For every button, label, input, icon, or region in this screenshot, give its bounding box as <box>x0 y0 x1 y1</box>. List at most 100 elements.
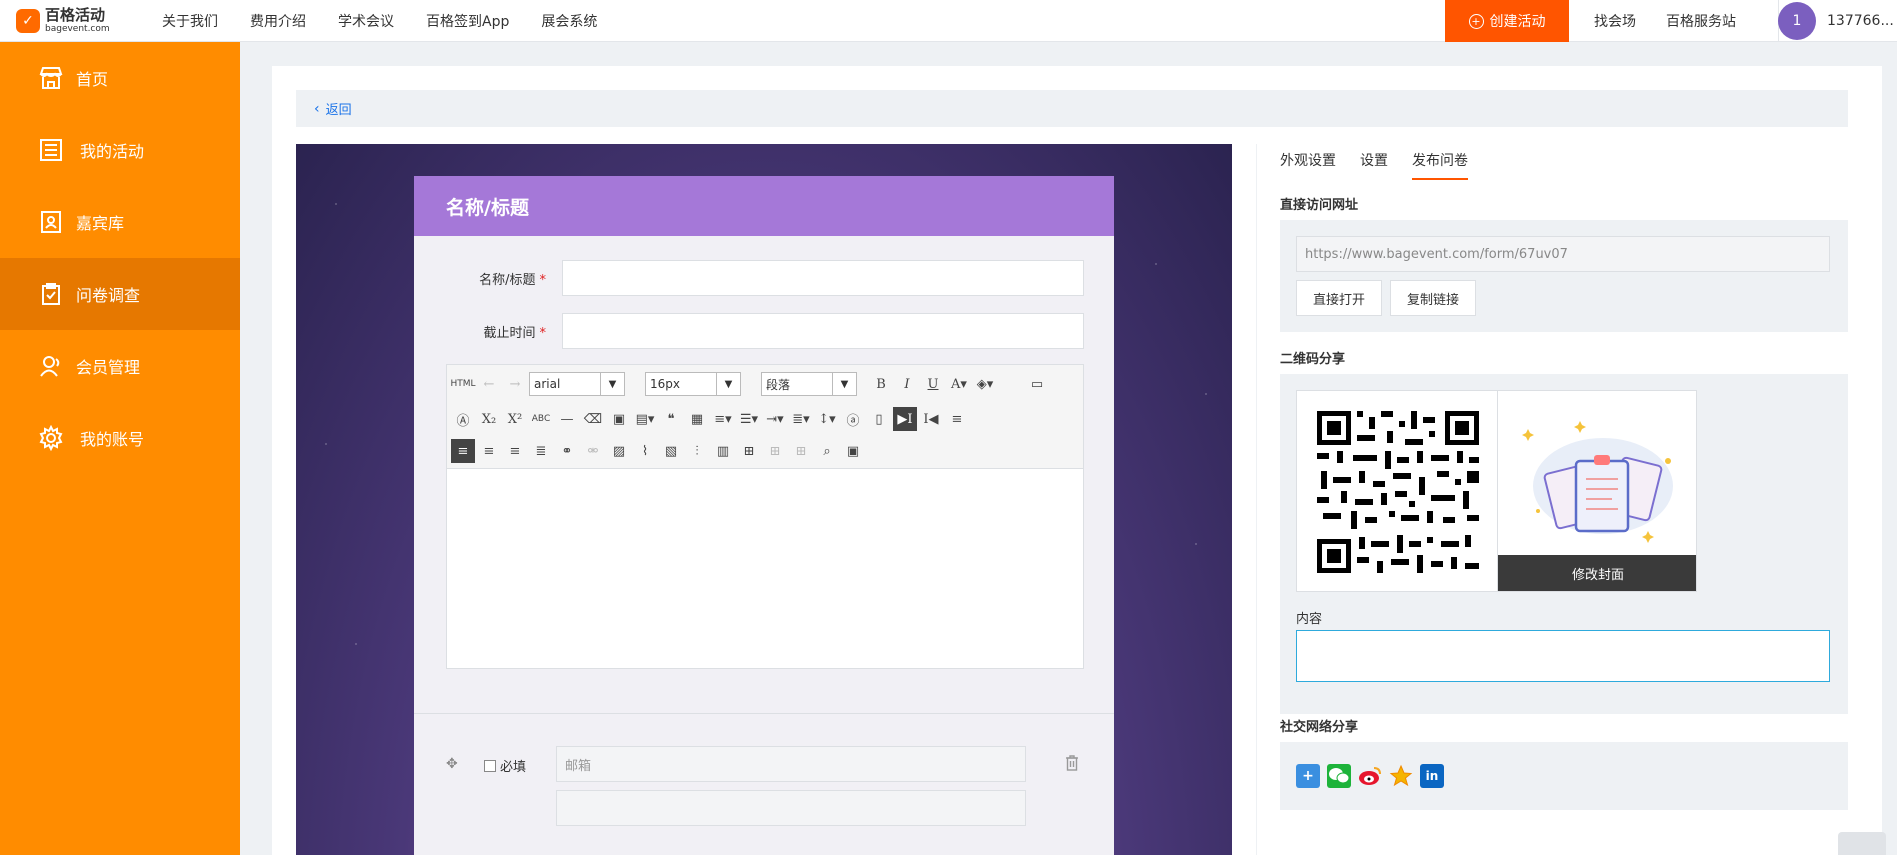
tab-appearance[interactable]: 外观设置 <box>1280 150 1336 180</box>
superscript-icon[interactable]: X² <box>503 407 527 431</box>
align-right-icon[interactable]: ≡ <box>503 439 527 463</box>
clipboard-illustration-icon <box>1522 421 1673 543</box>
image-icon[interactable]: ▨ <box>607 439 631 463</box>
checkbox-box[interactable] <box>484 759 496 772</box>
align-center-icon[interactable]: ≡ <box>477 439 501 463</box>
copy-link-button[interactable]: 复制链接 <box>1390 280 1476 316</box>
weibo-icon[interactable] <box>1358 764 1382 788</box>
blockquote-icon[interactable]: ❝ <box>659 407 683 431</box>
form-header-title[interactable]: 名称/标题 <box>414 176 1114 236</box>
strikethrough-icon[interactable]: ABC <box>529 407 553 431</box>
sidebar-item-guest-library[interactable]: 嘉宾库 <box>0 186 240 258</box>
direct-url-title: 直接访问网址 <box>1280 198 1359 213</box>
user-menu[interactable]: 1 137766... <box>1778 0 1897 42</box>
subscript-icon[interactable]: X₂ <box>477 407 501 431</box>
nav-about[interactable]: 关于我们 <box>162 11 218 31</box>
sidebar-item-my-events[interactable]: 我的活动 <box>0 114 240 186</box>
wechat-icon[interactable] <box>1327 764 1351 788</box>
background-color-icon[interactable]: ◈▾ <box>973 372 997 396</box>
html-source-button[interactable]: HTML <box>450 372 475 396</box>
char-icon[interactable]: ⓐ <box>841 407 865 431</box>
social-share-title: 社交网络分享 <box>1280 720 1359 735</box>
avatar[interactable]: 1 <box>1778 2 1816 40</box>
share-more-icon[interactable]: + <box>1296 764 1320 788</box>
plus-circle-icon: + <box>1468 13 1484 29</box>
content-input[interactable] <box>1296 630 1830 682</box>
paste-icon[interactable]: ▦ <box>685 407 709 431</box>
align-left-icon[interactable]: ≡ <box>451 439 475 463</box>
indent-icon[interactable]: ⇥▾ <box>763 407 787 431</box>
insert-frame-icon[interactable]: ▥ <box>711 439 735 463</box>
save-icon[interactable]: ▣ <box>841 439 865 463</box>
eraser-icon[interactable]: ⌫ <box>581 407 605 431</box>
brand-name: 百格活动 <box>45 5 106 24</box>
open-directly-button[interactable]: 直接打开 <box>1296 280 1382 316</box>
link-icon[interactable]: ⚭ <box>555 439 579 463</box>
required-checkbox[interactable]: 必填 <box>484 756 526 775</box>
tab-publish[interactable]: 发布问卷 <box>1412 150 1468 180</box>
drag-move-icon[interactable]: ✥ <box>446 756 458 772</box>
unordered-list-icon[interactable]: ☰▾ <box>737 407 761 431</box>
cursor-text-icon[interactable]: ▶I <box>893 407 917 431</box>
font-size-select[interactable]: 16px ▼ <box>645 372 741 396</box>
service-station-link[interactable]: 百格服务站 <box>1666 11 1736 31</box>
nav-exhibition[interactable]: 展会系统 <box>541 11 597 31</box>
nav-academic[interactable]: 学术会议 <box>338 11 394 31</box>
format-brush-icon[interactable]: ▣ <box>607 407 631 431</box>
settings-tabs: 外观设置 设置 发布问卷 <box>1280 150 1492 180</box>
search-replace-icon[interactable]: ⌕ <box>815 439 839 463</box>
unlink-icon[interactable]: ⚮ <box>581 439 605 463</box>
table-icon[interactable]: ⊞ <box>737 439 761 463</box>
chevron-down-icon: ▼ <box>600 373 624 395</box>
nav-checkin-app[interactable]: 百格签到App <box>426 11 509 31</box>
tab-settings[interactable]: 设置 <box>1360 150 1388 180</box>
url-field[interactable]: https://www.bagevent.com/form/67uv07 <box>1296 236 1830 272</box>
page-break-icon[interactable]: ⫶ <box>685 439 709 463</box>
align-justify-icon[interactable]: ≡ <box>945 407 969 431</box>
back-link[interactable]: ‹ 返回 <box>314 99 352 119</box>
question-title-input[interactable]: 邮箱 <box>556 746 1026 782</box>
underline-icon[interactable]: U <box>921 372 945 396</box>
line-height-icon[interactable]: ↕▾ <box>815 407 839 431</box>
trash-icon[interactable] <box>1064 754 1080 772</box>
table-row-icon[interactable]: ⊞ <box>763 439 787 463</box>
user-name[interactable]: 137766... <box>1827 13 1894 29</box>
align-menu-icon[interactable]: ≣▾ <box>789 407 813 431</box>
brand-logo[interactable]: ✓ 百格活动 bagevent.com <box>16 5 126 34</box>
editor-content-area[interactable] <box>447 469 1083 668</box>
font-family-select[interactable]: arial ▼ <box>529 372 625 396</box>
sidebar-item-members[interactable]: 会员管理 <box>0 330 240 402</box>
text-frame-icon[interactable]: Ⓐ <box>451 407 475 431</box>
table-col-icon[interactable]: ⊞ <box>789 439 813 463</box>
deadline-input[interactable] <box>562 313 1084 349</box>
bold-icon[interactable]: B <box>869 372 893 396</box>
question-answer-input[interactable] <box>556 790 1026 826</box>
ordered-list-icon[interactable]: ≡▾ <box>711 407 735 431</box>
scroll-to-top-button[interactable] <box>1838 832 1886 855</box>
sidebar-item-survey[interactable]: 问卷调查 <box>0 258 240 330</box>
find-venue-link[interactable]: 找会场 <box>1594 11 1636 31</box>
edit-cover-button[interactable]: 修改封面 <box>1498 555 1696 591</box>
horizontal-rule-icon[interactable]: — <box>555 407 579 431</box>
template-icon[interactable]: ▧ <box>659 439 683 463</box>
page-icon[interactable]: ▯ <box>867 407 891 431</box>
sidebar-item-home[interactable]: 首页 <box>0 42 240 114</box>
title-input[interactable] <box>562 260 1084 296</box>
font-color-icon[interactable]: A▾ <box>947 372 971 396</box>
qzone-star-icon[interactable] <box>1389 764 1413 788</box>
preview-icon[interactable]: ▭ <box>1025 372 1049 396</box>
sidebar-item-my-account[interactable]: 我的账号 <box>0 402 240 474</box>
align-full-icon[interactable]: ≣ <box>529 439 553 463</box>
italic-icon[interactable]: I <box>895 372 919 396</box>
qr-code[interactable] <box>1296 390 1498 592</box>
text-direction-icon[interactable]: I◀ <box>919 407 943 431</box>
linkedin-icon[interactable]: in <box>1420 764 1444 788</box>
guest-card-icon <box>41 211 61 233</box>
paragraph-select[interactable]: 段落 ▼ <box>761 372 857 396</box>
attachment-icon[interactable]: ⌇ <box>633 439 657 463</box>
redo-icon[interactable]: → <box>503 372 527 396</box>
nav-pricing[interactable]: 费用介绍 <box>250 11 306 31</box>
create-event-button[interactable]: + 创建活动 <box>1445 0 1569 42</box>
undo-icon[interactable]: ← <box>477 372 501 396</box>
block-style-icon[interactable]: ▤▾ <box>633 407 657 431</box>
